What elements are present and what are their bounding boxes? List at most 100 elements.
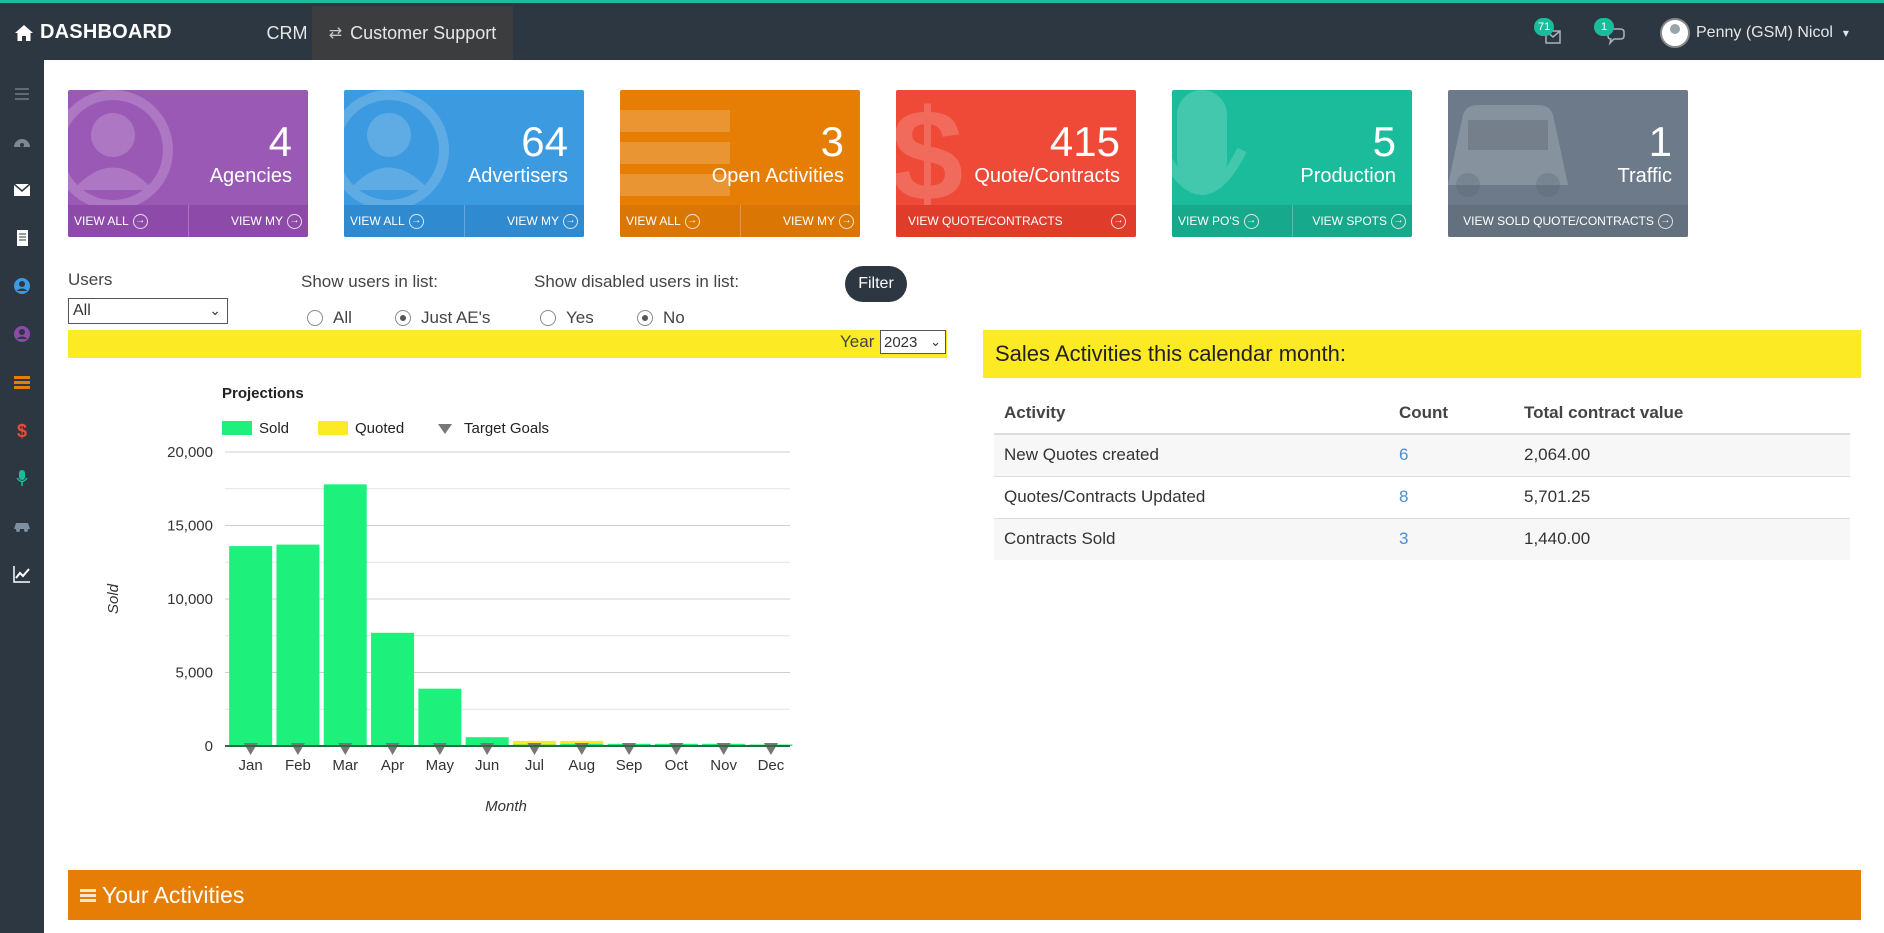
year-select[interactable]: 2023 ⌄ — [880, 330, 946, 354]
radio-show-users-just-aes[interactable]: Just AE's — [395, 308, 490, 328]
chart-icon — [13, 566, 30, 583]
list-icon — [80, 889, 96, 902]
tile-footer: VIEW ALL → VIEW MY → — [68, 205, 308, 237]
link-label: VIEW PO'S — [1178, 214, 1240, 228]
home-icon — [15, 24, 33, 41]
legend-swatch-quoted — [318, 421, 348, 435]
link-label: VIEW ALL — [74, 214, 129, 228]
link-label: VIEW SPOTS — [1312, 214, 1387, 228]
agencies-count: 4 — [268, 118, 292, 165]
view-pos-link[interactable]: VIEW PO'S → — [1172, 205, 1292, 237]
activities-view-all-link[interactable]: VIEW ALL → — [620, 205, 740, 237]
view-quote-contracts-link[interactable]: VIEW QUOTE/CONTRACTS → — [896, 205, 1136, 237]
quote-contracts-label: Quote/Contracts — [974, 165, 1120, 187]
x-tick-label: Mar — [332, 757, 358, 774]
link-label: VIEW ALL — [350, 214, 405, 228]
users-select-value: All — [73, 302, 91, 319]
table-header-row: Activity Count Total contract value — [994, 392, 1850, 435]
advertisers-label: Advertisers — [467, 165, 568, 187]
target-marker-feb — [290, 743, 305, 755]
sidebar-item-quotes[interactable]: $ — [0, 408, 44, 452]
count-link[interactable]: 3 — [1389, 517, 1514, 560]
tile-traffic: 1 Traffic VIEW SOLD QUOTE/CONTRACTS → — [1448, 90, 1688, 237]
menu-icon — [15, 88, 29, 100]
x-tick-label: Feb — [285, 757, 311, 774]
tile-quote-contracts: $ 415 Quote/Contracts VIEW QUOTE/CONTRAC… — [896, 90, 1136, 237]
count-link[interactable]: 6 — [1389, 433, 1514, 476]
agencies-view-my-link[interactable]: VIEW MY → — [189, 205, 309, 237]
nav-customer-support[interactable]: ⇄ Customer Support — [312, 6, 513, 60]
chevron-down-icon: ⌄ — [209, 302, 221, 318]
activities-icon — [14, 376, 30, 389]
arrow-circle-right-icon: → — [839, 213, 854, 229]
arrow-circle-right-icon: → — [563, 213, 578, 229]
arrow-circle-right-icon: → — [287, 213, 302, 229]
sidebar-item-activities[interactable] — [0, 360, 44, 404]
nav-crm[interactable]: CRM — [262, 6, 312, 60]
activity-cell: Quotes/Contracts Updated — [994, 475, 1389, 518]
filter-button[interactable]: Filter — [845, 266, 907, 302]
bar-sold-may — [418, 688, 462, 746]
bar-sold-mar — [323, 484, 367, 746]
sidebar-item-agencies[interactable] — [0, 264, 44, 308]
advertiser-icon — [14, 326, 30, 342]
your-activities-bar[interactable]: Your Activities — [68, 870, 1861, 920]
microphone-icon — [1172, 90, 1247, 195]
view-sold-quote-contracts-link[interactable]: VIEW SOLD QUOTE/CONTRACTS → — [1448, 205, 1688, 237]
sidebar-item-mail[interactable] — [0, 168, 44, 212]
dollar-icon: $ — [17, 421, 27, 440]
tile-footer: VIEW PO'S → VIEW SPOTS → — [1172, 205, 1412, 237]
tile-open-activities: 3 Open Activities VIEW ALL → VIEW MY → — [620, 90, 860, 237]
y-tick-label: 10,000 — [167, 591, 213, 608]
avatar — [1660, 18, 1690, 48]
show-disabled-label: Show disabled users in list: — [534, 272, 740, 291]
sidebar-item-dashboard[interactable] — [0, 120, 44, 164]
chat-notifications-button[interactable]: 1 — [1594, 18, 1630, 47]
mail-badge: 71 — [1534, 18, 1555, 36]
users-select[interactable]: All ⌄ — [68, 298, 228, 324]
production-count: 5 — [1372, 118, 1396, 165]
advertisers-count: 64 — [521, 118, 568, 165]
bar-sold-jan — [229, 546, 273, 746]
sidebar-item-advertisers[interactable] — [0, 312, 44, 356]
sidebar-item-production[interactable] — [0, 456, 44, 500]
user-name: Penny (GSM) Nicol — [1696, 24, 1833, 41]
sidebar-item-traffic[interactable] — [0, 504, 44, 548]
mail-notifications-button[interactable]: 71 — [1534, 18, 1570, 47]
target-marker-jan — [243, 743, 258, 755]
legend-label: Sold — [259, 420, 289, 437]
sidebar-item-reports[interactable] — [0, 552, 44, 596]
radio-label: Just AE's — [421, 308, 491, 327]
tile-production: 5 Production VIEW PO'S → VIEW SPOTS → — [1172, 90, 1412, 237]
agencies-view-all-link[interactable]: VIEW ALL → — [68, 205, 188, 237]
advertisers-view-my-link[interactable]: VIEW MY → — [465, 205, 585, 237]
projections-chart: Projections Sold Quoted Target Goals 0 5,000 1… — [105, 385, 793, 815]
brand-title: DASHBOARD — [40, 21, 172, 43]
radio-label: No — [663, 308, 685, 327]
link-label: VIEW MY — [506, 214, 559, 228]
chevron-down-icon: ⌄ — [930, 334, 941, 349]
car-icon — [14, 523, 30, 532]
column-header-total: Total contract value — [1514, 392, 1850, 435]
count-link[interactable]: 8 — [1389, 475, 1514, 518]
arrow-circle-right-icon: → — [1391, 213, 1406, 229]
radio-show-users-all[interactable]: All — [307, 308, 352, 328]
advertisers-view-all-link[interactable]: VIEW ALL → — [344, 205, 464, 237]
value-cell: 2,064.00 — [1514, 433, 1850, 476]
user-menu[interactable]: Penny (GSM) Nicol ▾ — [1660, 17, 1849, 49]
activities-view-my-link[interactable]: VIEW MY → — [741, 205, 861, 237]
table-row: Quotes/Contracts Updated 8 5,701.25 — [994, 475, 1850, 518]
sidebar-item-documents[interactable] — [0, 216, 44, 260]
arrow-circle-right-icon: → — [132, 213, 148, 229]
radio-show-disabled-yes[interactable]: Yes — [540, 308, 594, 328]
radio-show-disabled-no[interactable]: No — [637, 308, 685, 328]
brand-link[interactable]: DASHBOARD — [14, 21, 172, 44]
tile-footer: VIEW SOLD QUOTE/CONTRACTS → — [1448, 205, 1688, 237]
target-marker-jul — [527, 743, 542, 755]
sidebar: $ — [0, 60, 44, 933]
sidebar-item-menu[interactable] — [0, 72, 44, 116]
radio-circle-selected — [637, 310, 653, 326]
x-tick-label: Jan — [239, 757, 263, 774]
view-spots-link[interactable]: VIEW SPOTS → — [1293, 205, 1413, 237]
chat-badge: 1 — [1594, 18, 1614, 36]
